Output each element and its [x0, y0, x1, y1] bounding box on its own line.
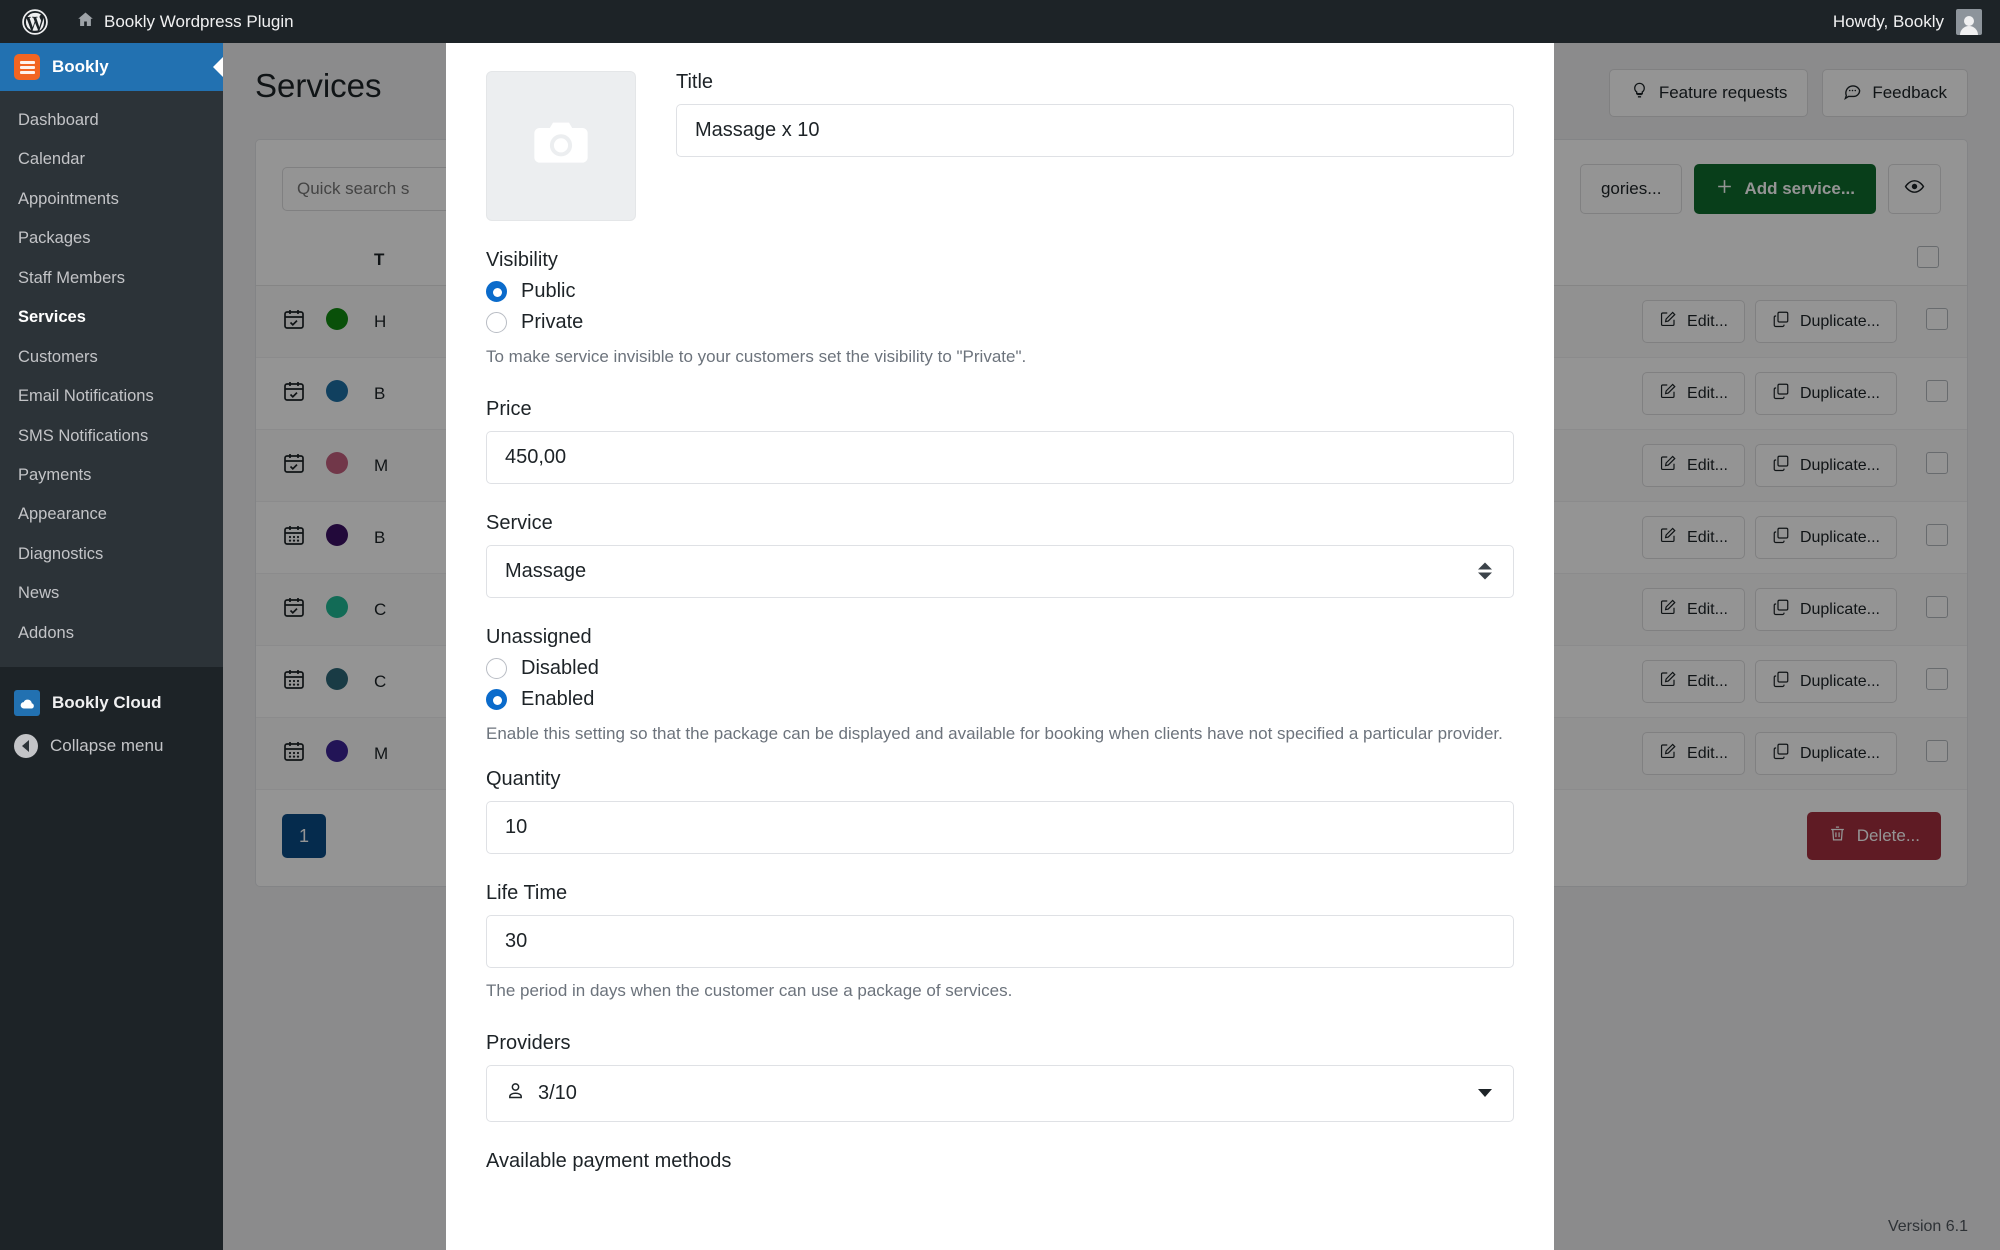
price-input[interactable] — [486, 430, 1514, 484]
sidebar-item-appointments[interactable]: Appointments — [0, 180, 223, 219]
quantity-label: Quantity — [486, 768, 561, 790]
sidebar-brand-label: Bookly — [52, 57, 109, 76]
admin-bar-left: Bookly Wordpress Plugin — [0, 0, 308, 43]
unassigned-enabled-label: Enabled — [521, 687, 595, 710]
sidebar-item-news[interactable]: News — [0, 574, 223, 613]
visibility-private-label: Private — [521, 311, 584, 333]
package-edit-modal: Title Visibility Public Private To make … — [446, 43, 1554, 1250]
sidebar-item-diagnostics[interactable]: Diagnostics — [0, 535, 223, 574]
sidebar-item-bookly-cloud[interactable]: Bookly Cloud — [0, 681, 223, 725]
visibility-public-label: Public — [521, 280, 576, 302]
sidebar-item-staff-members[interactable]: Staff Members — [0, 259, 223, 298]
unassigned-group: Unassigned Disabled Enabled Enable this … — [486, 626, 1514, 747]
sidebar-item-addons[interactable]: Addons — [0, 614, 223, 653]
modal-body: Title Visibility Public Private To make … — [446, 43, 1554, 1173]
title-label: Title — [676, 71, 714, 93]
service-select-wrap — [486, 544, 1514, 598]
unassigned-hint: Enable this setting so that the package … — [486, 723, 1503, 743]
radio-disabled-icon — [486, 657, 507, 679]
sidebar-item-appearance[interactable]: Appearance — [0, 495, 223, 534]
sidebar-submenu: Dashboard Calendar Appointments Packages Sta… — [0, 91, 223, 668]
lifetime-group: Life Time The period in days when the cu… — [486, 882, 1514, 1004]
chevron-down-icon — [1478, 1089, 1492, 1097]
sidebar-item-dashboard[interactable]: Dashboard — [0, 101, 223, 140]
bookly-icon — [14, 54, 40, 80]
user-icon — [505, 1080, 526, 1107]
sidebar-cloud-label: Bookly Cloud — [52, 693, 162, 713]
sidebar-item-email-notifications[interactable]: Email Notifications — [0, 377, 223, 416]
radio-private-icon — [486, 312, 507, 333]
sidebar-collapse-menu[interactable]: Collapse menu — [0, 725, 223, 767]
site-title: Bookly Wordpress Plugin — [104, 11, 294, 31]
avatar-icon — [1956, 8, 1982, 35]
price-label: Price — [486, 397, 532, 420]
sidebar-item-packages[interactable]: Packages — [0, 219, 223, 258]
modal-top-row: Title — [486, 71, 1514, 221]
admin-bar-right: Howdy, Bookly — [1833, 8, 2000, 35]
payment-methods-group: Available payment methods — [486, 1150, 1514, 1173]
providers-select[interactable]: 3/10 — [486, 1064, 1514, 1122]
sidebar-item-calendar[interactable]: Calendar — [0, 140, 223, 179]
lifetime-hint: The period in days when the customer can… — [486, 981, 1013, 1000]
unassigned-label: Unassigned — [486, 625, 592, 648]
lifetime-label: Life Time — [486, 882, 568, 904]
quantity-group: Quantity — [486, 768, 1514, 854]
wp-admin-bar: Bookly Wordpress Plugin Howdy, Bookly — [0, 0, 2000, 43]
howdy-label[interactable]: Howdy, Bookly — [1833, 12, 1944, 32]
sidebar-extra: Bookly Cloud Collapse menu — [0, 667, 223, 767]
unassigned-option-disabled[interactable]: Disabled — [486, 657, 1514, 680]
sidebar-item-bookly[interactable]: Bookly — [0, 43, 223, 91]
service-label: Service — [486, 511, 553, 534]
unassigned-disabled-label: Disabled — [521, 656, 599, 679]
avatar[interactable] — [1956, 8, 1982, 35]
visibility-option-private[interactable]: Private — [486, 311, 1514, 334]
title-field-group: Title — [676, 71, 1514, 221]
service-group: Service — [486, 512, 1514, 598]
unassigned-option-enabled[interactable]: Enabled — [486, 688, 1514, 711]
home-icon — [76, 10, 95, 34]
sidebar-collapse-label: Collapse menu — [50, 736, 164, 756]
providers-select-wrap: 3/10 — [486, 1064, 1514, 1122]
visibility-hint: To make service invisible to your custom… — [486, 347, 1027, 366]
wordpress-logo-button[interactable] — [8, 0, 62, 43]
service-select[interactable] — [486, 544, 1514, 598]
payment-methods-label: Available payment methods — [486, 1149, 732, 1172]
radio-public-icon — [486, 281, 507, 302]
lifetime-input[interactable] — [486, 915, 1514, 968]
service-image-upload[interactable] — [486, 71, 636, 221]
providers-label: Providers — [486, 1031, 571, 1054]
sidebar-item-sms-notifications[interactable]: SMS Notifications — [0, 417, 223, 456]
visibility-group: Visibility Public Private To make servic… — [486, 249, 1514, 370]
camera-icon — [529, 112, 593, 181]
radio-enabled-icon — [486, 688, 507, 710]
menu-pointer-arrow — [213, 57, 223, 77]
screen: Bookly Wordpress Plugin Howdy, Bookly Bo… — [0, 0, 2000, 1250]
title-input[interactable] — [676, 104, 1514, 157]
cloud-icon — [14, 690, 40, 717]
providers-group: Providers 3/10 — [486, 1032, 1514, 1122]
chevron-left-icon — [14, 734, 38, 759]
admin-sidebar: Bookly Dashboard Calendar Appointments Pack… — [0, 43, 223, 1250]
price-group: Price — [486, 398, 1514, 484]
stepper-updown-icon — [1478, 562, 1492, 580]
site-name-button[interactable]: Bookly Wordpress Plugin — [62, 0, 308, 43]
visibility-label: Visibility — [486, 249, 558, 271]
sidebar-item-services[interactable]: Services — [0, 298, 223, 337]
wordpress-icon — [22, 8, 48, 35]
providers-value: 3/10 — [538, 1081, 577, 1104]
sidebar-item-customers[interactable]: Customers — [0, 338, 223, 377]
sidebar-item-payments[interactable]: Payments — [0, 456, 223, 495]
visibility-option-public[interactable]: Public — [486, 280, 1514, 303]
quantity-input[interactable] — [486, 801, 1514, 854]
